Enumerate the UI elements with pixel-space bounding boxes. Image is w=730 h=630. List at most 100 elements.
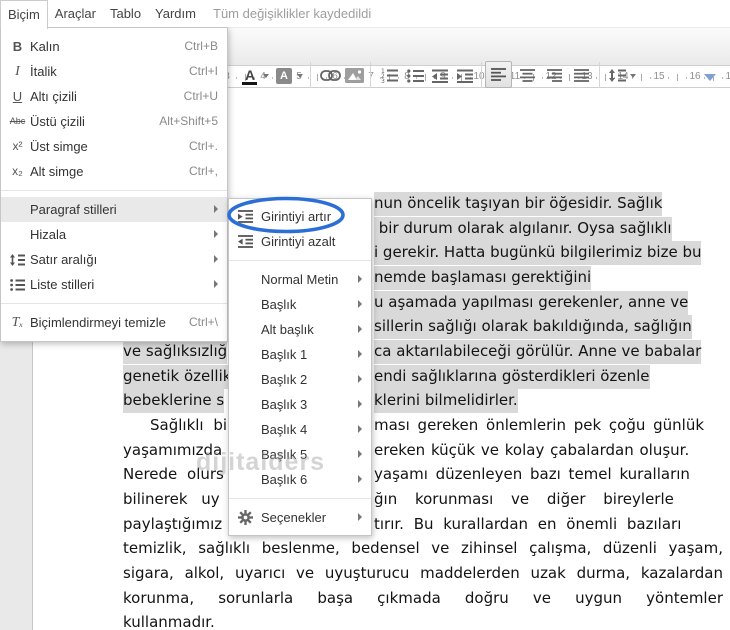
menu-item-baslik[interactable]: Başlık: [229, 292, 371, 317]
menu-item-shortcut: Ctrl+U: [183, 89, 218, 103]
document-line[interactable]: bebeklerine s: [123, 389, 225, 413]
document-line[interactable]: Sağlıklı bi: [150, 414, 227, 438]
document-line[interactable]: ması gereken önlemlerin pek çoğu günlük: [374, 414, 704, 438]
document-line[interactable]: sillerin sağlığı olarak bakıldığında, sa…: [374, 315, 692, 339]
ruler-num: 17: [725, 71, 730, 82]
menu-item-ustu-cizili[interactable]: Abc Üstü çizili Alt+Shift+5: [1, 109, 227, 134]
menu-item-hizala[interactable]: Hizala: [1, 222, 227, 247]
menu-item-shortcut: Ctrl+,: [188, 164, 218, 178]
align-center-button[interactable]: [515, 63, 539, 88]
ruler-dot: [686, 77, 687, 79]
menu-item-label: Satır aralığı: [30, 252, 98, 267]
save-status: Tüm değişiklikler kaydedildi: [213, 6, 372, 21]
document-line[interactable]: bir durum olarak algılanır. Oysa sağlıkl…: [374, 217, 672, 241]
document-line[interactable]: tırır. Bu kurallardan en önemli bazıları: [374, 513, 681, 537]
line-spacing-caret-icon[interactable]: [630, 74, 636, 78]
ruler-num: 15: [653, 71, 665, 82]
increase-indent-button[interactable]: [453, 63, 477, 88]
document-line[interactable]: u aşamada yapılması gerekenler, anne ve: [374, 291, 689, 315]
menu-item-ust-simge[interactable]: x² Üst simge Ctrl+.: [1, 134, 227, 159]
bold-icon: B: [12, 39, 23, 54]
menu-item-baslik-4[interactable]: Başlık 4: [229, 417, 371, 442]
link-icon: [319, 70, 341, 81]
decrease-indent-button[interactable]: [428, 63, 452, 88]
document-line[interactable]: bilinerek uy: [123, 488, 220, 512]
menu-separator: [1, 190, 227, 191]
document-line[interactable]: temizlik, sağlıklı beslenme, bedensel ve…: [123, 537, 723, 561]
ruler-tick: [677, 74, 678, 81]
ruler-dot: [308, 77, 309, 79]
document-line[interactable]: genetik özellik: [123, 365, 232, 389]
document-line[interactable]: yaşamı düzenleyen bazı temel kuralların: [374, 463, 690, 487]
text-color-icon: A: [244, 67, 256, 83]
align-right-button[interactable]: [542, 63, 566, 88]
ruler-dot: [704, 77, 705, 79]
submenu-arrow-icon: [358, 425, 362, 433]
line-spacing-button[interactable]: [606, 63, 628, 88]
menu-item-bicimlendirmeyi-temizle[interactable]: Tₓ Biçimlendirmeyi temizle Ctrl+\: [1, 310, 227, 335]
menu-bicim[interactable]: Biçim: [0, 0, 48, 29]
highlight-color-caret-icon[interactable]: [297, 74, 303, 78]
document-line[interactable]: endi sağlıklarına gösterdikleri özenle: [374, 365, 650, 389]
insert-link-button[interactable]: [318, 63, 342, 88]
justify-button[interactable]: [569, 63, 593, 88]
menu-item-liste-stilleri[interactable]: Liste stilleri: [1, 272, 227, 297]
document-line[interactable]: nun öncelik taşıyan bir öğesidir. Sağlık: [374, 192, 663, 216]
align-right-icon: [546, 69, 562, 82]
menu-item-alt-baslik[interactable]: Alt başlık: [229, 317, 371, 342]
document-line[interactable]: i gerekir. Hatta bugünkü bilgilerimiz bi…: [374, 241, 702, 265]
menu-separator: [229, 498, 371, 499]
menu-item-label: Kalın: [30, 39, 60, 54]
document-line[interactable]: nemde başlaması gerektiğini: [374, 266, 592, 290]
menu-item-shortcut: Ctrl+\: [188, 315, 218, 329]
menu-item-alt-simge[interactable]: x₂ Alt simge Ctrl+,: [1, 159, 227, 184]
menu-item-baslik-3[interactable]: Başlık 3: [229, 392, 371, 417]
submenu-arrow-icon: [358, 375, 362, 383]
highlight-color-button[interactable]: A: [274, 63, 294, 88]
underline-icon: U: [12, 89, 23, 104]
decrease-indent-icon: [432, 69, 448, 83]
menu-item-secenekler[interactable]: Seçenekler: [229, 505, 371, 530]
document-line[interactable]: kullanmadır.: [123, 611, 723, 630]
menu-tablo[interactable]: Tablo: [103, 0, 148, 27]
menu-item-label: Başlık 4: [261, 422, 308, 437]
document-line[interactable]: korunma, sorunlarla başa çıkmada doğru v…: [123, 587, 723, 611]
menu-item-baslik-2[interactable]: Başlık 2: [229, 367, 371, 392]
menu-item-alti-cizili[interactable]: U Altı çizili Ctrl+U: [1, 84, 227, 109]
text-color-button[interactable]: A: [240, 63, 260, 88]
indent-marker-icon[interactable]: [704, 74, 716, 81]
menu-item-label: Normal Metin: [261, 272, 339, 287]
align-left-button[interactable]: [485, 61, 512, 88]
document-line[interactable]: klerini bilmelidirler.: [374, 389, 518, 413]
menu-araclar[interactable]: Araçlar: [48, 0, 103, 27]
menu-item-satir-araligi[interactable]: Satır aralığı: [1, 247, 227, 272]
submenu-arrow-icon: [358, 350, 362, 358]
menu-item-label: İtalik: [30, 64, 57, 79]
menu-item-italik[interactable]: I İtalik Ctrl+I: [1, 59, 227, 84]
menu-item-normal-metin[interactable]: Normal Metin: [229, 267, 371, 292]
insert-image-button[interactable]: [342, 63, 366, 88]
submenu-arrow-icon: [358, 325, 362, 333]
bulleted-list-button[interactable]: [403, 63, 427, 88]
document-line[interactable]: sigara, alkol, uyarıcı ve uyuşturucu mad…: [123, 562, 723, 586]
text-color-caret-icon[interactable]: [263, 74, 269, 78]
svg-text:3: 3: [381, 78, 385, 83]
menu-item-shortcut: Ctrl+B: [184, 39, 218, 53]
document-line[interactable]: ve sağlıksızlığ: [123, 340, 228, 364]
numbered-list-icon: 123: [381, 68, 398, 83]
bulleted-list-icon: [406, 68, 424, 83]
document-line[interactable]: ğın korunması ve diğer bireylerle: [374, 488, 674, 512]
menu-item-kalin[interactable]: B Kalın Ctrl+B: [1, 34, 227, 59]
menu-item-label: Başlık 1: [261, 347, 308, 362]
menu-item-label: Liste stilleri: [30, 277, 95, 292]
menu-yardim[interactable]: Yardım: [148, 0, 203, 27]
document-line[interactable]: ereken küçük ve kolay çabalardan oluşur.: [374, 439, 689, 463]
annotation-ellipse: [227, 196, 345, 234]
menu-item-label: Hizala: [30, 227, 67, 242]
menu-item-baslik-1[interactable]: Başlık 1: [229, 342, 371, 367]
document-line[interactable]: ca aktarılabileceği görülür. Anne ve bab…: [374, 340, 702, 364]
document-line[interactable]: paylaştığımız: [123, 513, 222, 537]
menubar: Biçim Araçlar Tablo Yardım Tüm değişikli…: [0, 0, 730, 29]
numbered-list-button[interactable]: 123: [377, 63, 401, 88]
menu-item-paragraf-stilleri[interactable]: Paragraf stilleri: [1, 197, 227, 222]
